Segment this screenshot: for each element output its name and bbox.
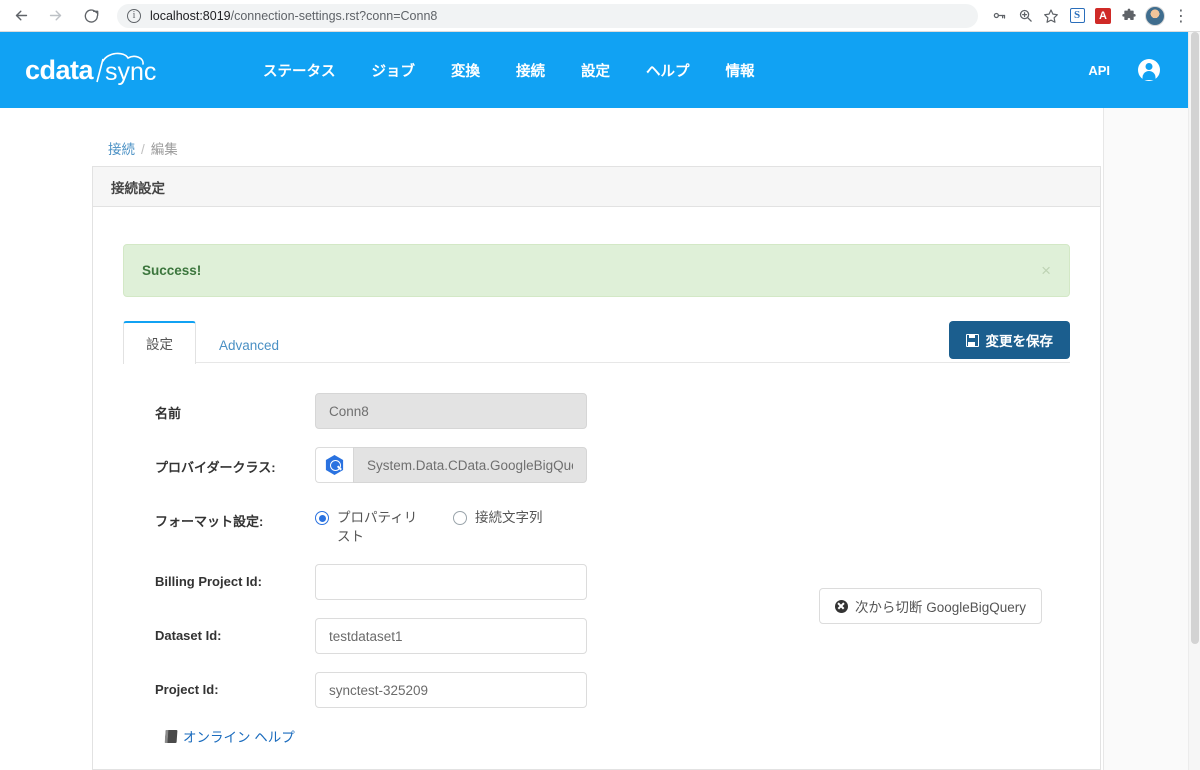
nav-status[interactable]: ステータス	[263, 60, 336, 81]
tab-settings[interactable]: 設定	[123, 321, 196, 364]
label-provider-class: プロバイダークラス:	[155, 460, 276, 475]
radio-property-list-label: プロパティリスト	[337, 510, 418, 544]
form-row-connection-name: 名前	[155, 393, 1070, 429]
connection-settings-panel: 接続設定 Success! × 設定 Advanced 変更を保存 名前 Con…	[92, 166, 1101, 770]
alert-close-icon[interactable]: ×	[1041, 262, 1051, 279]
extensions-puzzle-icon[interactable]	[1116, 3, 1142, 29]
extension-s-glyph: S	[1069, 8, 1085, 23]
url-host: localhost:8019	[150, 8, 231, 23]
url-text: localhost:8019/connection-settings.rst?c…	[150, 9, 437, 23]
nav-transform[interactable]: 変換	[451, 60, 480, 81]
site-info-icon[interactable]: i	[127, 8, 141, 23]
browser-toolbar: i localhost:8019/connection-settings.rst…	[0, 0, 1200, 32]
extension-s-icon[interactable]: S	[1064, 3, 1090, 29]
user-account-icon[interactable]	[1138, 59, 1160, 81]
tabs-row: 設定 Advanced 変更を保存	[123, 320, 1070, 364]
label-project-id: Project Id:	[155, 682, 219, 697]
cdata-sync-logo[interactable]: cdata sync	[25, 49, 185, 91]
success-alert: Success! ×	[123, 244, 1070, 297]
tab-advanced[interactable]: Advanced	[196, 327, 302, 364]
nav-help[interactable]: ヘルプ	[646, 60, 690, 81]
content-column: 接続 / 編集 接続設定 Success! × 設定 Advanced 変更を保…	[0, 108, 1104, 770]
profile-avatar[interactable]	[1142, 3, 1168, 29]
online-help-link[interactable]: オンライン ヘルプ	[164, 726, 1070, 746]
chrome-menu-icon[interactable]: ⋮	[1168, 3, 1194, 29]
api-link[interactable]: API	[1088, 63, 1110, 78]
disconnect-button[interactable]: 次から切断 GoogleBigQuery	[818, 588, 1042, 624]
header-right-group: API	[1088, 59, 1160, 81]
provider-class-input	[353, 447, 587, 483]
back-arrow-icon[interactable]	[7, 2, 35, 30]
radio-connection-string-label: 接続文字列	[475, 510, 543, 525]
billing-project-id-input[interactable]	[315, 564, 587, 600]
nav-settings[interactable]: 設定	[581, 60, 610, 81]
url-path: /connection-settings.rst?conn=Conn8	[230, 8, 438, 23]
label-billing-project-id: Billing Project Id:	[155, 574, 262, 589]
label-connection-name: 名前	[155, 406, 182, 421]
save-floppy-icon	[965, 333, 979, 347]
app-header: cdata sync ステータス ジョブ 変換 接続 設定 ヘルプ 情報 API	[0, 32, 1188, 108]
main-nav: ステータス ジョブ 変換 接続 設定 ヘルプ 情報	[263, 60, 791, 81]
dataset-id-input[interactable]	[315, 618, 587, 654]
save-button[interactable]: 変更を保存	[948, 321, 1070, 359]
scrollbar-thumb[interactable]	[1191, 32, 1199, 644]
format-setting-radios: プロパティリスト 接続文字列	[315, 501, 573, 546]
radio-property-list-control[interactable]	[315, 511, 329, 525]
tab-list: 設定 Advanced	[123, 320, 302, 364]
provider-class-group	[315, 447, 587, 483]
nav-connections[interactable]: 接続	[516, 60, 545, 81]
form-row-provider-class: プロバイダークラス:	[155, 447, 1070, 483]
disconnect-button-label: 次から切断 GoogleBigQuery	[854, 600, 1026, 615]
label-dataset-id: Dataset Id:	[155, 628, 222, 643]
nav-jobs[interactable]: ジョブ	[372, 60, 416, 81]
times-circle-icon	[834, 599, 848, 613]
adobe-pdf-icon[interactable]: A	[1090, 3, 1116, 29]
breadcrumb-separator: /	[141, 142, 145, 157]
password-key-icon[interactable]	[986, 3, 1012, 29]
browser-action-icons: S A ⋮	[986, 3, 1200, 29]
label-format-setting: フォーマット設定:	[155, 514, 264, 529]
alert-message: Success!	[142, 263, 202, 278]
form-row-format-setting: フォーマット設定: プロパティリスト 接続文字列	[155, 501, 1070, 546]
svg-text:cdata: cdata	[25, 55, 95, 85]
panel-body: Success! × 設定 Advanced 変更を保存 名前 Conn8 プロ…	[93, 207, 1100, 746]
zoom-icon[interactable]	[1012, 3, 1038, 29]
bookmark-star-icon[interactable]	[1038, 3, 1064, 29]
radio-connection-string[interactable]: 接続文字列	[453, 508, 543, 546]
forward-arrow-icon[interactable]	[41, 2, 69, 30]
nav-info[interactable]: 情報	[726, 60, 755, 81]
panel-title: 接続設定	[93, 167, 1100, 207]
adobe-pdf-glyph: A	[1095, 7, 1111, 24]
breadcrumb-current: 編集	[150, 142, 178, 157]
page-scrollbar[interactable]	[1188, 32, 1200, 770]
project-id-input[interactable]	[315, 672, 587, 708]
google-bigquery-icon	[315, 447, 353, 483]
page-area: 接続 / 編集 接続設定 Success! × 設定 Advanced 変更を保…	[0, 108, 1188, 770]
svg-text:sync: sync	[105, 58, 156, 86]
address-bar[interactable]: i localhost:8019/connection-settings.rst…	[117, 3, 978, 28]
connection-form: 名前 プロバイダークラス: フォーマット設定:	[123, 393, 1070, 746]
online-help-label: オンライン ヘルプ	[183, 730, 295, 745]
book-icon	[164, 729, 178, 743]
radio-property-list[interactable]: プロパティリスト	[315, 508, 423, 546]
google-bigquery-hex	[325, 455, 344, 475]
save-button-label: 変更を保存	[985, 334, 1054, 349]
reload-icon[interactable]	[77, 2, 105, 30]
breadcrumb: 接続 / 編集	[108, 138, 178, 158]
breadcrumb-connections[interactable]: 接続	[108, 142, 135, 157]
profile-avatar-image	[1145, 5, 1165, 26]
connection-name-input	[315, 393, 587, 429]
radio-connection-string-control[interactable]	[453, 511, 467, 525]
form-row-project-id: Project Id:	[155, 672, 1070, 708]
